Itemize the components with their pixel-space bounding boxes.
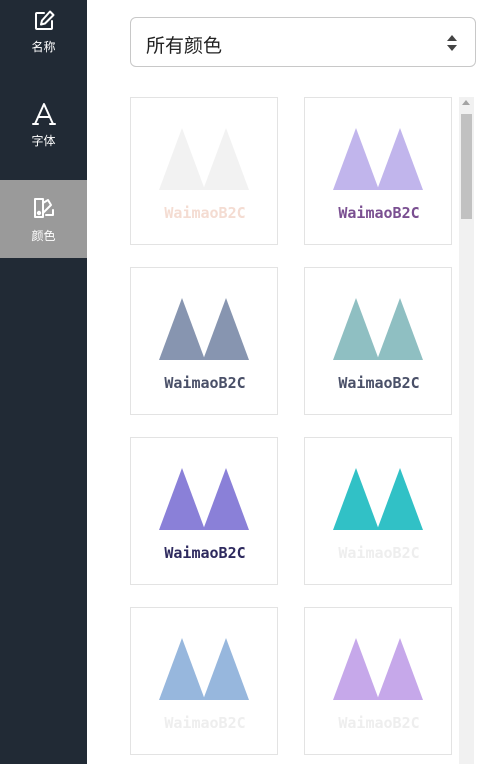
scrollbar[interactable] xyxy=(459,97,474,764)
logo-option-card[interactable]: WaimaoB2C xyxy=(130,607,278,755)
logo-option-card[interactable]: WaimaoB2C xyxy=(130,437,278,585)
sidebar-item-label: 名称 xyxy=(31,40,56,54)
logo-option-card[interactable]: WaimaoB2C xyxy=(304,607,452,755)
logo-option-card[interactable]: WaimaoB2C xyxy=(130,267,278,415)
logo-mark-icon xyxy=(333,638,423,700)
sidebar-item-name[interactable]: 名称 xyxy=(0,0,87,78)
color-filter-select[interactable]: 所有颜色 xyxy=(130,17,476,67)
logo-mark-icon xyxy=(333,128,423,190)
logo-mark-icon xyxy=(333,468,423,530)
logo-brand-text: WaimaoB2C xyxy=(338,204,420,222)
sidebar-item-label: 颜色 xyxy=(31,229,56,243)
edit-icon xyxy=(31,8,56,33)
logo-color-grid: WaimaoB2C WaimaoB2C WaimaoB2C WaimaoB2C Waim… xyxy=(130,97,460,764)
palette-icon xyxy=(31,195,56,220)
color-panel: 所有颜色 WaimaoB2C WaimaoB2C WaimaoB2C WaimaoB2… xyxy=(87,0,481,764)
scroll-up-icon[interactable] xyxy=(462,100,470,105)
sidebar-item-font[interactable]: 字体 xyxy=(0,101,87,179)
logo-option-card[interactable]: WaimaoB2C xyxy=(130,97,278,245)
logo-mark-icon xyxy=(333,298,423,360)
logo-brand-text: WaimaoB2C xyxy=(164,544,246,562)
sidebar-item-label: 字体 xyxy=(31,134,56,148)
logo-option-card[interactable]: WaimaoB2C xyxy=(304,97,452,245)
logo-mark-icon xyxy=(159,298,249,360)
select-arrows-icon xyxy=(446,33,458,53)
logo-brand-text: WaimaoB2C xyxy=(338,714,420,732)
sidebar-item-color[interactable]: 颜色 xyxy=(0,180,87,258)
logo-brand-text: WaimaoB2C xyxy=(164,714,246,732)
logo-brand-text: WaimaoB2C xyxy=(338,374,420,392)
sidebar: 名称 字体 颜色 xyxy=(0,0,87,764)
logo-mark-icon xyxy=(159,468,249,530)
logo-option-card[interactable]: WaimaoB2C xyxy=(304,267,452,415)
font-icon xyxy=(31,101,56,126)
logo-brand-text: WaimaoB2C xyxy=(164,374,246,392)
logo-brand-text: WaimaoB2C xyxy=(164,204,246,222)
logo-brand-text: WaimaoB2C xyxy=(338,544,420,562)
color-filter-value: 所有颜色 xyxy=(146,35,223,57)
scrollbar-thumb[interactable] xyxy=(461,114,472,219)
logo-mark-icon xyxy=(159,638,249,700)
logo-option-card[interactable]: WaimaoB2C xyxy=(304,437,452,585)
logo-mark-icon xyxy=(159,128,249,190)
